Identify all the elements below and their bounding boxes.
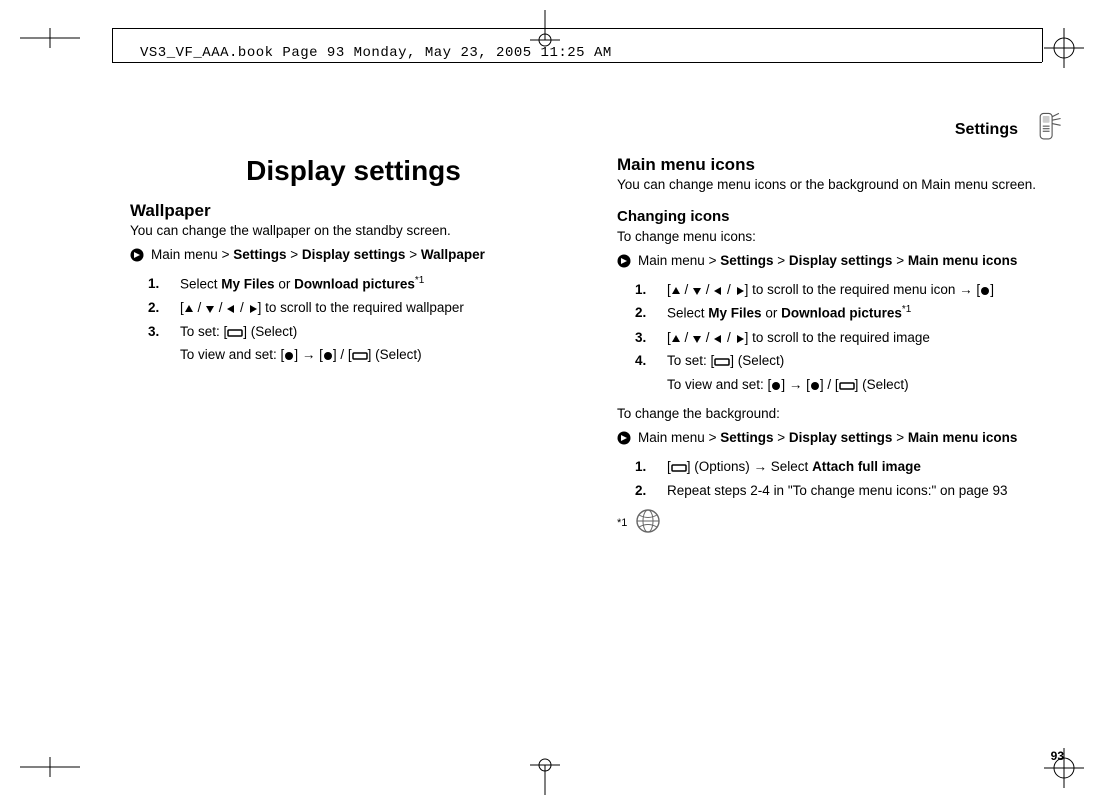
mmicons-heading: Main menu icons xyxy=(617,155,1064,175)
footnote: *1 xyxy=(617,508,1064,537)
wallpaper-steps: 1. Select My Files or Download pictures*… xyxy=(148,274,577,365)
mmicons-steps: 1. [ / / / ] to scroll to the required m… xyxy=(635,280,1064,394)
step-item: 2. Repeat steps 2-4 in "To change menu i… xyxy=(635,481,1064,501)
left-icon xyxy=(226,304,236,314)
softkey-icon xyxy=(839,381,855,391)
sep: > xyxy=(222,247,230,262)
mmicons-path: Main menu > Settings > Display settings … xyxy=(617,252,1064,274)
softkey-icon xyxy=(352,351,368,361)
change-background-heading: To change the background: xyxy=(617,406,1064,421)
wallpaper-lead: You can change the wallpaper on the stan… xyxy=(130,223,577,238)
step-item: 2. Select My Files or Download pictures*… xyxy=(635,303,1064,323)
frame-top-line xyxy=(112,28,1042,29)
down-icon xyxy=(692,334,702,344)
step-number: 1. xyxy=(148,274,166,294)
crop-mark-bc xyxy=(530,755,560,795)
step-number: 3. xyxy=(148,322,166,365)
path-text: Main menu xyxy=(151,247,218,262)
mmicons-bg-steps: 1. [] (Options) → Select Attach full ima… xyxy=(635,457,1064,500)
center-icon xyxy=(771,381,781,391)
sep: > xyxy=(290,247,298,262)
crop-mark-bl xyxy=(20,757,80,777)
center-icon xyxy=(284,351,294,361)
header: Settings xyxy=(955,110,1064,149)
step-item: 3. [ / / / ] to scroll to the required i… xyxy=(635,328,1064,348)
softkey-icon xyxy=(671,463,687,473)
page-content: VS3_VF_AAA.book Page 93 Monday, May 23, … xyxy=(130,100,1064,743)
wallpaper-path: Main menu > Settings > Display settings … xyxy=(130,246,577,268)
arrow-bullet-icon xyxy=(130,246,145,268)
arrow-bullet-icon xyxy=(617,429,632,451)
left-column: Display settings Wallpaper You can chang… xyxy=(130,155,577,537)
changing-icons-heading: Changing icons xyxy=(617,208,1064,225)
header-title: Settings xyxy=(955,121,1018,139)
page-title: Display settings xyxy=(130,155,577,187)
frame-mid-line xyxy=(112,62,1042,63)
down-icon xyxy=(692,286,702,296)
left-icon xyxy=(713,286,723,296)
phone-icon xyxy=(1030,110,1064,149)
center-icon xyxy=(810,381,820,391)
crop-mark-tr xyxy=(1044,28,1084,68)
change-menu-icons-heading: To change menu icons: xyxy=(617,229,1064,244)
sep: > xyxy=(409,247,417,262)
running-head: VS3_VF_AAA.book Page 93 Monday, May 23, … xyxy=(140,45,612,61)
step-item: 1. [ / / / ] to scroll to the required m… xyxy=(635,280,1064,300)
crop-mark-tl xyxy=(20,28,80,48)
path-text: Display settings xyxy=(302,247,406,262)
right-icon xyxy=(735,334,745,344)
center-icon xyxy=(323,351,333,361)
path-text: Settings xyxy=(233,247,286,262)
wallpaper-heading: Wallpaper xyxy=(130,201,577,221)
down-icon xyxy=(205,304,215,314)
right-column: Main menu icons You can change menu icon… xyxy=(617,155,1064,537)
step-item: 2. [ / / / ] to scroll to the required w… xyxy=(148,298,577,318)
mmicons-lead: You can change menu icons or the backgro… xyxy=(617,177,1064,192)
right-icon xyxy=(735,286,745,296)
path-text: Wallpaper xyxy=(421,247,485,262)
footnote-label: *1 xyxy=(617,517,627,529)
page-number: 93 xyxy=(1051,749,1064,763)
step-item: 4. To set: [] (Select) To view and set: … xyxy=(635,351,1064,394)
up-icon xyxy=(671,286,681,296)
step-number: 2. xyxy=(148,298,166,318)
frame-right-line xyxy=(1042,28,1043,62)
softkey-icon xyxy=(227,328,243,338)
frame-left-line xyxy=(112,28,113,62)
right-icon xyxy=(248,304,258,314)
softkey-icon xyxy=(714,357,730,367)
left-icon xyxy=(713,334,723,344)
center-icon xyxy=(980,286,990,296)
step-item: 3. To set: [] (Select) To view and set: … xyxy=(148,322,577,365)
step-item: 1. [] (Options) → Select Attach full ima… xyxy=(635,457,1064,477)
up-icon xyxy=(671,334,681,344)
crop-mark-tc xyxy=(530,10,560,50)
arrow-bullet-icon xyxy=(617,252,632,274)
globe-icon xyxy=(635,508,661,537)
mmicons-bg-path: Main menu > Settings > Display settings … xyxy=(617,429,1064,451)
step-item: 1. Select My Files or Download pictures*… xyxy=(148,274,577,294)
up-icon xyxy=(184,304,194,314)
